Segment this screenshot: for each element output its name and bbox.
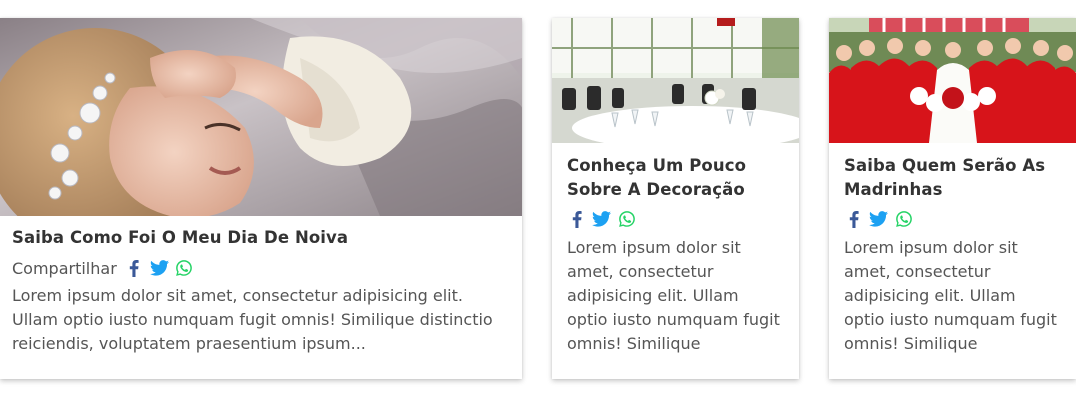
share-row: Compartilhar: [12, 255, 510, 281]
share-row: [567, 206, 784, 232]
post-card-madrinhas[interactable]: Saiba Quem Serão As Madrinhas Lorem ipsu…: [829, 18, 1076, 379]
post-title[interactable]: Saiba Quem Serão As Madrinhas: [844, 154, 1061, 202]
facebook-icon[interactable]: [844, 210, 863, 229]
blog-posts-section: Saiba Como Foi O Meu Dia De Noiva Compar…: [0, 0, 1076, 403]
twitter-icon[interactable]: [869, 210, 888, 229]
facebook-icon[interactable]: [125, 259, 144, 278]
twitter-icon[interactable]: [149, 259, 169, 278]
post-card-decoracao[interactable]: Conheça Um Pouco Sobre A Decoração Lorem…: [552, 18, 799, 379]
twitter-icon[interactable]: [592, 210, 611, 229]
share-row: [844, 206, 1061, 232]
whatsapp-icon[interactable]: [894, 210, 913, 229]
bridesmaids-photo[interactable]: [829, 18, 1076, 143]
post-card-dia-de-noiva[interactable]: Saiba Como Foi O Meu Dia De Noiva Compar…: [0, 18, 522, 379]
whatsapp-icon[interactable]: [617, 210, 636, 229]
post-title[interactable]: Saiba Como Foi O Meu Dia De Noiva: [12, 226, 510, 250]
reception-hall-photo[interactable]: [552, 18, 799, 143]
whatsapp-icon[interactable]: [175, 259, 194, 278]
post-excerpt: Lorem ipsum dolor sit amet, consectetur …: [844, 238, 1057, 353]
post-excerpt: Lorem ipsum dolor sit amet, consectetur …: [567, 238, 780, 353]
share-label: Compartilhar: [12, 258, 117, 278]
post-title[interactable]: Conheça Um Pouco Sobre A Decoração: [567, 154, 784, 202]
bride-photo[interactable]: [0, 18, 522, 216]
post-excerpt: Lorem ipsum dolor sit amet, consectetur …: [12, 286, 493, 353]
facebook-icon[interactable]: [567, 210, 586, 229]
